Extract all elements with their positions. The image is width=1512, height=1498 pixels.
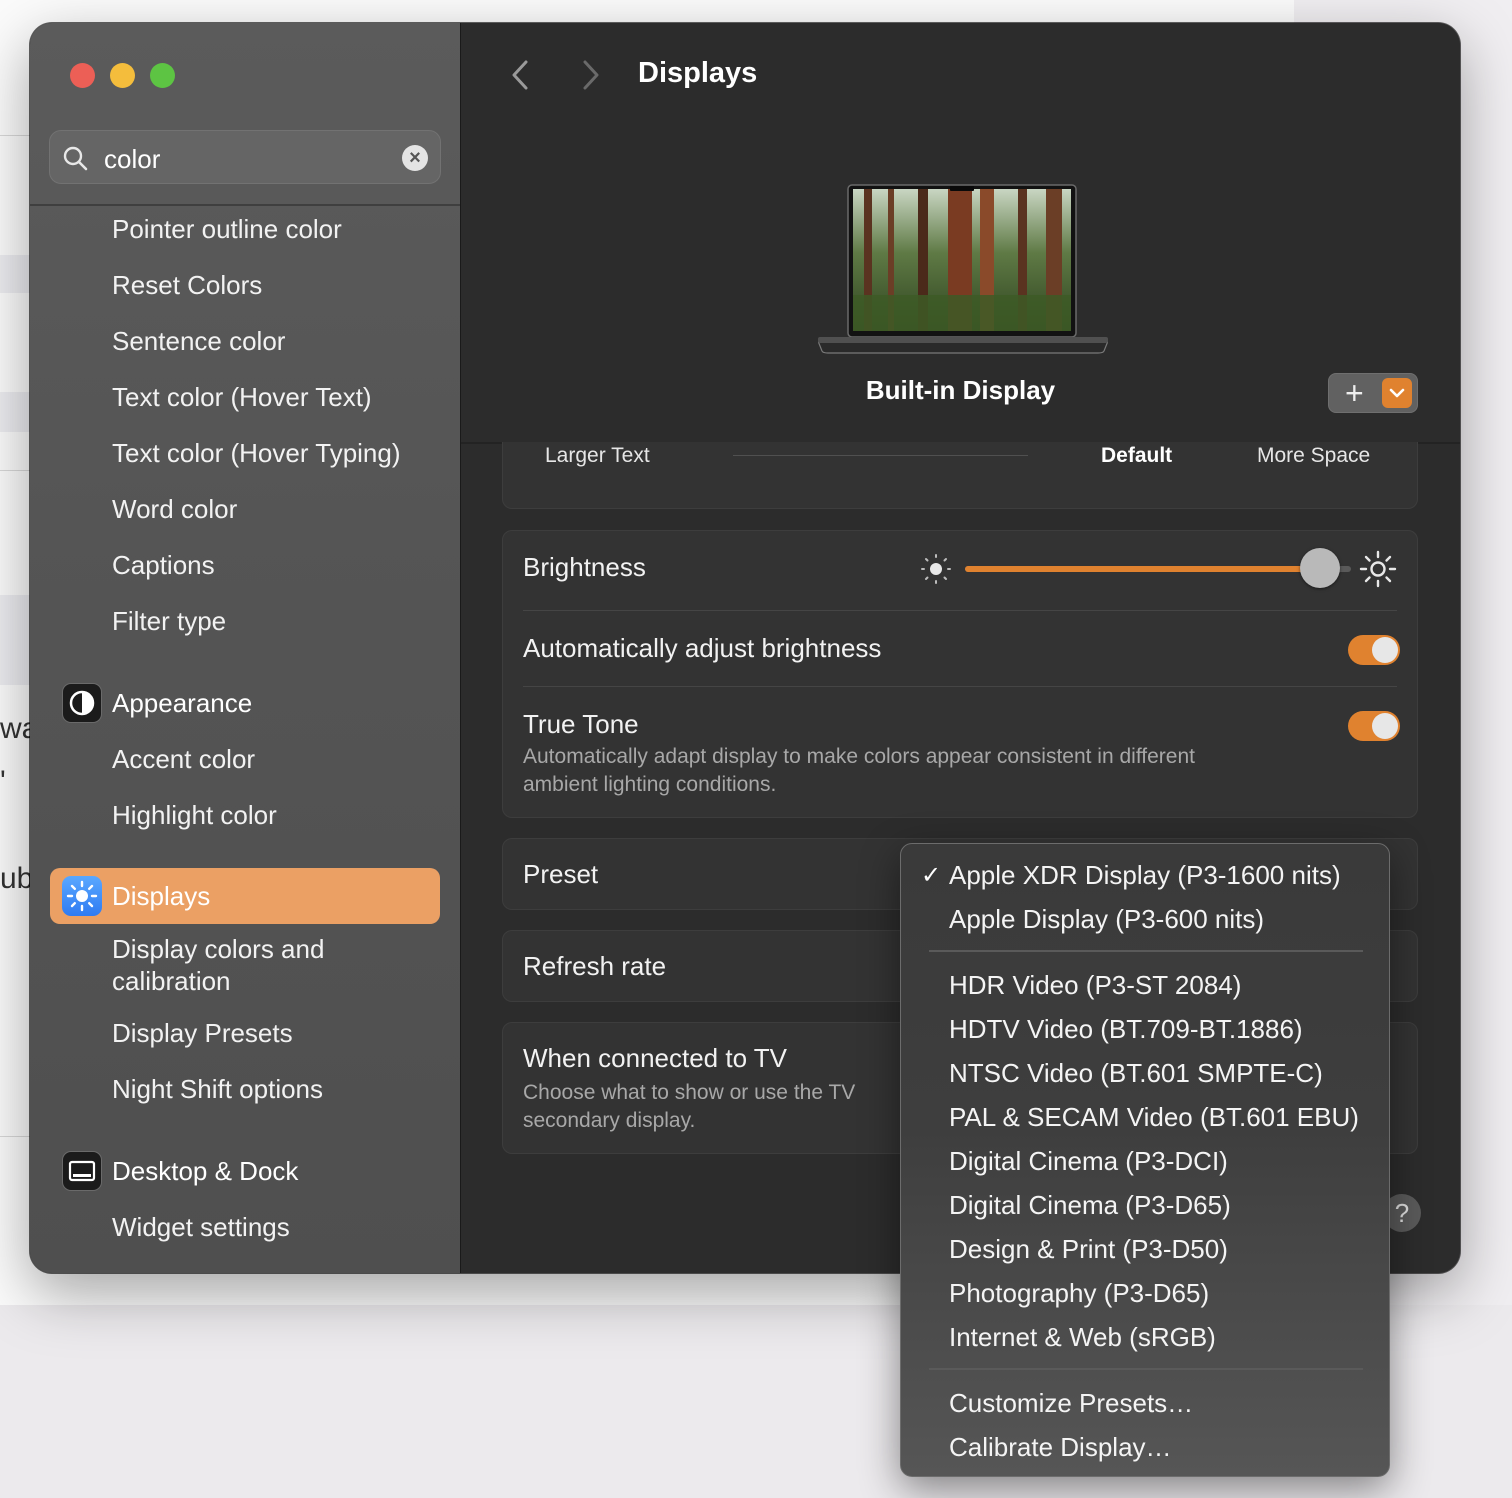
brightness-label: Brightness xyxy=(523,552,646,582)
menu-item-digital-cinema-d65[interactable]: Digital Cinema (P3-D65) xyxy=(949,1190,1231,1221)
sidebar-result-text-color-hover-text[interactable]: Text color (Hover Text) xyxy=(112,381,372,413)
row-divider xyxy=(523,610,1397,611)
search-field[interactable]: × xyxy=(49,130,441,184)
auto-brightness-toggle[interactable] xyxy=(1348,635,1400,665)
plus-icon: + xyxy=(1345,375,1364,411)
sidebar-result-pointer-outline-color[interactable]: Pointer outline color xyxy=(112,213,342,245)
search-input[interactable] xyxy=(102,139,396,179)
true-tone-description-line2: ambient lighting conditions. xyxy=(523,773,777,796)
sidebar-result-word-color[interactable]: Word color xyxy=(112,493,237,525)
sidebar-result-display-presets[interactable]: Display Presets xyxy=(112,1017,293,1049)
displays-sun-icon xyxy=(62,876,102,916)
auto-brightness-label: Automatically adjust brightness xyxy=(523,633,882,663)
brightness-slider-fill xyxy=(965,566,1321,572)
true-tone-toggle[interactable] xyxy=(1348,711,1400,741)
row-divider xyxy=(523,686,1397,687)
true-tone-label: True Tone xyxy=(523,709,639,739)
sidebar-result-highlight-color[interactable]: Highlight color xyxy=(112,799,277,831)
sidebar-result-text-color-hover-typing[interactable]: Text color (Hover Typing) xyxy=(112,437,401,469)
resolution-more-space-label[interactable]: More Space xyxy=(1257,444,1370,468)
sidebar-result-display-colors-line2[interactable]: calibration xyxy=(112,965,231,997)
sidebar-item-displays-selected[interactable] xyxy=(50,868,440,924)
clear-search-icon[interactable]: × xyxy=(402,145,428,171)
close-window-button[interactable] xyxy=(70,63,95,88)
sidebar-result-night-shift-options[interactable]: Night Shift options xyxy=(112,1073,323,1105)
brightness-high-icon xyxy=(1359,550,1397,588)
sidebar-divider xyxy=(30,204,460,206)
search-icon xyxy=(63,146,88,171)
resolution-default-label[interactable]: Default xyxy=(1101,444,1172,468)
menu-item-hdr-video[interactable]: HDR Video (P3-ST 2084) xyxy=(949,970,1241,1001)
page-title: Displays xyxy=(638,57,758,89)
menu-item-apple-xdr-display[interactable]: Apple XDR Display (P3-1600 nits) xyxy=(949,860,1341,891)
sidebar-result-reset-colors[interactable]: Reset Colors xyxy=(112,269,262,301)
menu-item-hdtv-video[interactable]: HDTV Video (BT.709-BT.1886) xyxy=(949,1014,1303,1045)
menu-item-digital-cinema-dci[interactable]: Digital Cinema (P3-DCI) xyxy=(949,1146,1228,1177)
brightness-panel: Brightness Automatically adjust brightne… xyxy=(502,530,1418,818)
minimize-window-button[interactable] xyxy=(110,63,135,88)
back-chevron-icon[interactable] xyxy=(506,58,536,92)
resolution-track xyxy=(733,455,1028,456)
sidebar-result-display-colors-line1[interactable]: Display colors and xyxy=(112,933,324,965)
menu-item-pal-secam-video[interactable]: PAL & SECAM Video (BT.601 EBU) xyxy=(949,1102,1359,1133)
menu-separator xyxy=(929,1368,1363,1370)
sidebar-result-accent-color[interactable]: Accent color xyxy=(112,743,255,775)
preset-dropdown-menu: ✓ Apple XDR Display (P3-1600 nits) Apple… xyxy=(900,843,1390,1477)
resolution-larger-text-label[interactable]: Larger Text xyxy=(545,444,650,468)
tv-description-line1: Choose what to show or use the TV xyxy=(523,1081,856,1104)
tv-label: When connected to TV xyxy=(523,1043,788,1073)
chevron-down-icon[interactable] xyxy=(1382,378,1412,408)
background-row xyxy=(0,255,30,293)
tv-description-line2: secondary display. xyxy=(523,1109,696,1132)
zoom-window-button[interactable] xyxy=(150,63,175,88)
background-row xyxy=(0,595,30,685)
menu-item-customize-presets[interactable]: Customize Presets… xyxy=(949,1388,1193,1419)
display-name-label: Built-in Display xyxy=(865,375,1056,405)
background-text: ub xyxy=(0,862,30,895)
brightness-slider-knob[interactable] xyxy=(1300,548,1341,588)
refresh-rate-label: Refresh rate xyxy=(523,951,667,981)
preset-label: Preset xyxy=(523,859,599,889)
background-divider xyxy=(0,1136,30,1137)
background-text: was xyxy=(0,712,30,745)
forward-chevron-icon[interactable] xyxy=(575,58,605,92)
menu-item-internet-web[interactable]: Internet & Web (sRGB) xyxy=(949,1322,1216,1353)
sidebar-item-displays-label: Displays xyxy=(112,881,211,911)
menu-item-calibrate-display[interactable]: Calibrate Display… xyxy=(949,1432,1172,1463)
menu-separator xyxy=(929,950,1363,952)
checkmark-icon: ✓ xyxy=(921,862,942,889)
brightness-low-icon xyxy=(921,554,951,584)
sidebar-result-filter-type[interactable]: Filter type xyxy=(112,605,226,637)
background-row xyxy=(0,392,30,432)
toggle-knob xyxy=(1372,713,1398,739)
menu-item-ntsc-video[interactable]: NTSC Video (BT.601 SMPTE-C) xyxy=(949,1058,1323,1089)
menu-item-apple-display[interactable]: Apple Display (P3-600 nits) xyxy=(949,904,1264,935)
menu-item-photography[interactable]: Photography (P3-D65) xyxy=(949,1278,1209,1309)
sidebar-result-sentence-color[interactable]: Sentence color xyxy=(112,325,285,357)
sidebar-item-appearance[interactable]: Appearance xyxy=(112,687,252,719)
background-divider xyxy=(0,135,30,136)
true-tone-description-line1: Automatically adapt display to make colo… xyxy=(523,745,1195,768)
background-text: ' xyxy=(0,765,6,798)
resolution-panel: Larger Text Default More Space xyxy=(502,442,1418,509)
appearance-icon xyxy=(62,683,102,723)
background-divider xyxy=(0,470,30,471)
sidebar-item-desktop-dock[interactable]: Desktop & Dock xyxy=(112,1155,298,1187)
add-display-button[interactable]: + xyxy=(1328,373,1418,413)
toggle-knob xyxy=(1372,637,1398,663)
laptop-display-icon[interactable] xyxy=(818,183,1108,355)
sidebar-result-widget-settings[interactable]: Widget settings xyxy=(112,1211,290,1243)
sidebar-result-captions[interactable]: Captions xyxy=(112,549,215,581)
desktop-dock-icon xyxy=(62,1151,102,1191)
menu-item-design-print[interactable]: Design & Print (P3-D50) xyxy=(949,1234,1228,1265)
sidebar: × Pointer outline color Reset Colors Sen… xyxy=(30,23,461,1273)
